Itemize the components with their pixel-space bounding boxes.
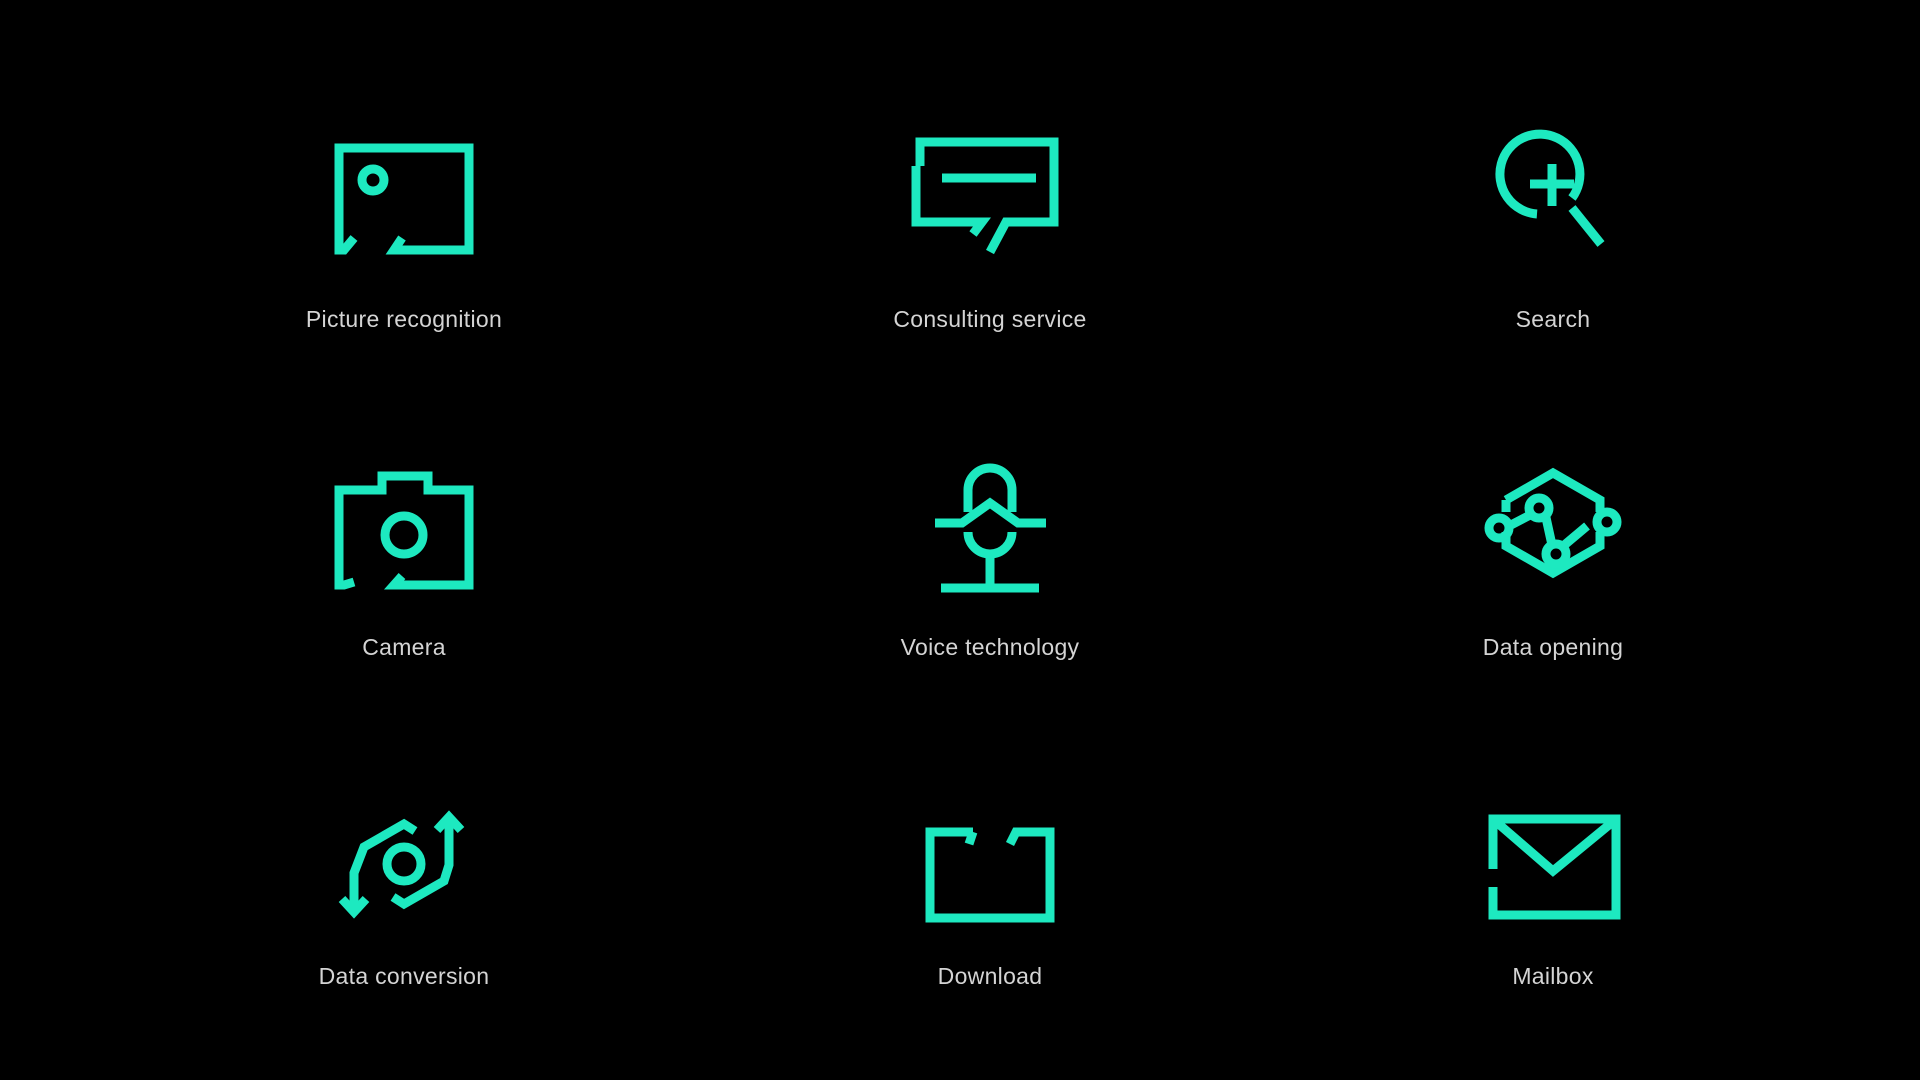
icon-label: Voice technology [900,634,1080,660]
icon-label: Data conversion [318,963,490,989]
tile-data-opening[interactable]: Data opening [1353,448,1753,688]
icon-label: Data opening [1482,634,1624,660]
tile-picture-recognition[interactable]: Picture recognition [204,120,604,360]
picture-recognition-icon [204,120,604,300]
camera-icon [204,448,604,628]
data-opening-icon [1353,448,1753,628]
voice-technology-icon [790,448,1190,628]
icon-label: Mailbox [1512,963,1594,989]
tile-search[interactable]: Search [1353,120,1753,360]
icon-label: Consulting service [893,306,1087,332]
tile-voice-technology[interactable]: Voice technology [790,448,1190,688]
tile-mailbox[interactable]: Mailbox [1353,777,1753,1017]
mailbox-icon [1353,777,1753,957]
icon-label: Camera [362,634,446,660]
search-icon [1353,120,1753,300]
tile-consulting-service[interactable]: Consulting service [790,120,1190,360]
download-icon [790,777,1190,957]
icon-label: Search [1515,306,1591,332]
data-conversion-icon [204,777,604,957]
consulting-service-icon [790,120,1190,300]
tile-download[interactable]: Download [790,777,1190,1017]
tile-data-conversion[interactable]: Data conversion [204,777,604,1017]
icon-label: Download [937,963,1043,989]
tile-camera[interactable]: Camera [204,448,604,688]
icon-label: Picture recognition [305,306,503,332]
